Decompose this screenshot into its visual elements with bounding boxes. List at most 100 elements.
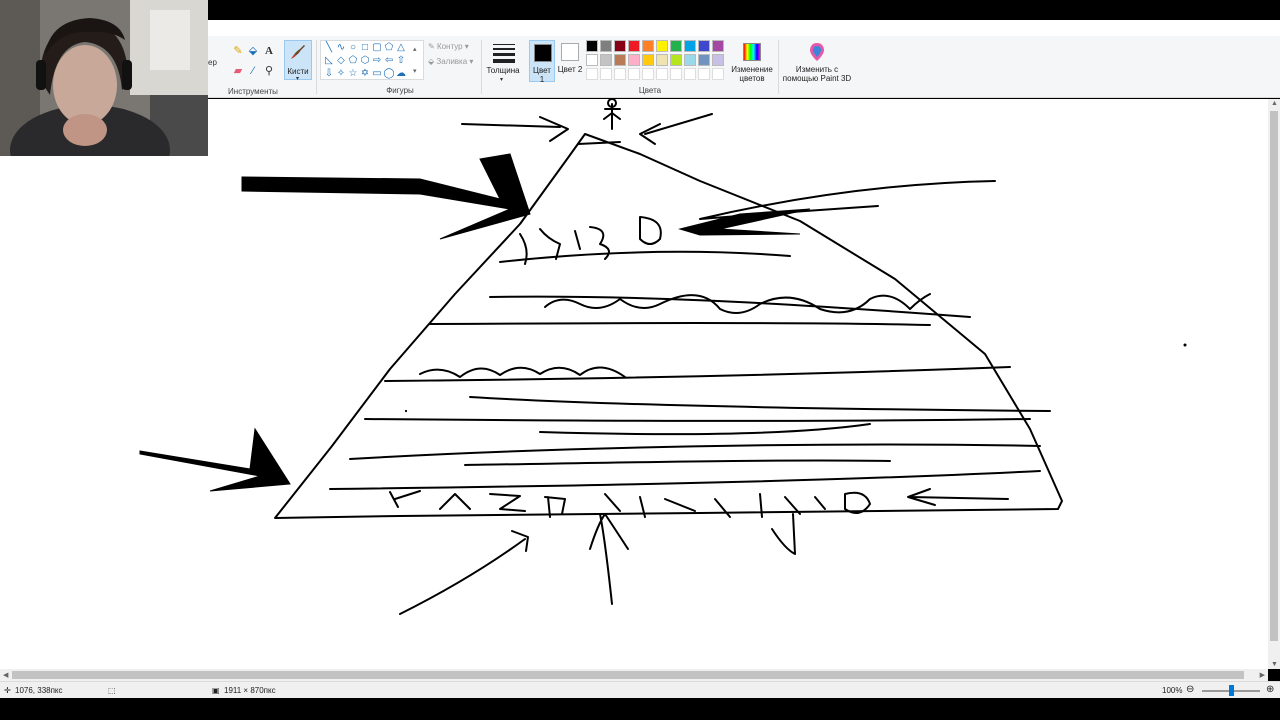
palette-swatch[interactable] [600, 54, 612, 66]
zoom-in-icon[interactable]: ⊕ [1266, 684, 1274, 695]
bottom-mark [771, 513, 796, 555]
curve-shape-icon[interactable]: ∿ [335, 42, 347, 54]
fill-icon[interactable]: ⬙ [246, 44, 260, 58]
paint3d-button[interactable]: Изменить с помощью Paint 3D [782, 40, 852, 84]
polygon-shape-icon[interactable]: ⬠ [383, 42, 395, 54]
thickness-line-3 [493, 53, 515, 56]
chevron-down-icon: ▾ [296, 76, 300, 82]
hexagon-shape-icon[interactable]: ⬡ [359, 55, 371, 67]
image-size: 1911 × 870пкс [224, 686, 276, 695]
outline-option[interactable]: ✎ Контур ▾ [428, 42, 469, 51]
palette-swatch[interactable] [698, 40, 710, 52]
arrow-left-shape-icon[interactable]: ⇦ [383, 55, 395, 67]
thickness-line-4 [493, 59, 515, 63]
callout-rect-shape-icon[interactable]: ▭ [371, 68, 383, 80]
scroll-left-arrow-icon[interactable]: ◀ [3, 671, 8, 679]
outline-label: Контур [436, 42, 463, 51]
shapes-gallery[interactable]: ╲ ∿ ○ □ ▢ ⬠ △ ◺ ◇ ⬠ ⬡ ⇨ ⇦ ⇧ ⇩ ✧ ☆ ✡ ▭ ◯ … [320, 40, 424, 80]
image-size-icon: ▣ [212, 686, 220, 695]
palette-swatch[interactable] [656, 54, 668, 66]
palette-swatch[interactable] [586, 40, 598, 52]
star6-shape-icon[interactable]: ✡ [359, 68, 371, 80]
palette-swatch[interactable] [684, 40, 696, 52]
right-triangle-shape-icon[interactable]: ◺ [323, 55, 335, 67]
color-picker-icon[interactable]: ⁄ [246, 64, 260, 78]
palette-swatch[interactable] [642, 54, 654, 66]
fill-option[interactable]: ⬙ Заливка ▾ [428, 57, 473, 66]
palette-swatch[interactable] [698, 54, 710, 66]
custom-color-slot[interactable] [684, 68, 696, 80]
magnifier-icon[interactable]: ⚲ [262, 64, 276, 78]
arrow-bottom-right [907, 488, 1009, 506]
palette-swatch[interactable] [670, 40, 682, 52]
arrow-up-shape-icon[interactable]: ⇧ [395, 55, 407, 67]
custom-color-slot[interactable] [712, 68, 724, 80]
horizontal-scrollbar[interactable]: ◀ ▶ [0, 669, 1268, 681]
color2-button[interactable]: Цвет 2 [557, 40, 583, 82]
custom-color-slot[interactable] [698, 68, 710, 80]
scroll-down-arrow-icon[interactable]: ▼ [1271, 661, 1278, 668]
palette-swatch[interactable] [712, 40, 724, 52]
layer-line-8 [349, 443, 1041, 460]
layer-line-7 [539, 423, 871, 436]
edit-colors-button[interactable]: Изменение цветов [730, 40, 774, 84]
palette-swatch[interactable] [614, 54, 626, 66]
callout-cloud-shape-icon[interactable]: ☁ [395, 68, 407, 80]
rectangle-shape-icon[interactable]: □ [359, 42, 371, 54]
bottom-arrow-up [589, 513, 629, 605]
star4-shape-icon[interactable]: ✧ [335, 68, 347, 80]
custom-color-slot[interactable] [628, 68, 640, 80]
vertical-scroll-thumb[interactable] [1270, 111, 1278, 641]
palette-swatch[interactable] [684, 54, 696, 66]
custom-color-slot[interactable] [642, 68, 654, 80]
diamond-shape-icon[interactable]: ◇ [335, 55, 347, 67]
palette-swatch[interactable] [670, 54, 682, 66]
custom-color-slot[interactable] [656, 68, 668, 80]
custom-color-slot[interactable] [614, 68, 626, 80]
eraser-icon[interactable]: ▰ [231, 64, 245, 78]
text-icon[interactable]: A [262, 44, 276, 58]
line-shape-icon[interactable]: ╲ [323, 42, 335, 54]
colors-group-label: Цвета [638, 86, 662, 95]
palette-swatch[interactable] [656, 40, 668, 52]
custom-color-slot[interactable] [586, 68, 598, 80]
palette-swatch[interactable] [712, 54, 724, 66]
drawing-canvas[interactable] [0, 98, 1268, 669]
horizontal-scroll-thumb[interactable] [12, 671, 1244, 679]
palette-swatch[interactable] [628, 54, 640, 66]
custom-color-slot[interactable] [600, 68, 612, 80]
arrow-down-shape-icon[interactable]: ⇩ [323, 68, 335, 80]
brushes-button[interactable]: Кисти ▾ [284, 40, 312, 82]
vertical-scrollbar[interactable]: ▲ ▼ [1268, 99, 1280, 669]
oval-shape-icon[interactable]: ○ [347, 42, 359, 54]
star5-shape-icon[interactable]: ☆ [347, 68, 359, 80]
scroll-right-arrow-icon[interactable]: ▶ [1260, 671, 1265, 679]
rounded-rect-shape-icon[interactable]: ▢ [371, 42, 383, 54]
color2-swatch [561, 43, 579, 61]
scroll-up-arrow-icon[interactable]: ▲ [1271, 100, 1278, 107]
thickness-line-2 [493, 48, 515, 50]
zoom-out-icon[interactable]: ⊖ [1186, 684, 1194, 695]
palette-swatch[interactable] [614, 40, 626, 52]
separator [316, 40, 317, 94]
color1-label: Цвет 1 [533, 66, 551, 84]
pencil-icon[interactable]: ✎ [231, 44, 245, 58]
expand-icon[interactable]: ▾ [413, 67, 417, 75]
scroll-up-icon[interactable]: ▴ [413, 45, 417, 53]
palette-swatch[interactable] [628, 40, 640, 52]
zoom-slider-thumb[interactable] [1229, 685, 1234, 696]
thickness-line-1 [493, 44, 515, 45]
custom-color-slot[interactable] [670, 68, 682, 80]
palette-swatch[interactable] [600, 40, 612, 52]
palette-swatch[interactable] [586, 54, 598, 66]
pentagon-shape-icon[interactable]: ⬠ [347, 55, 359, 67]
palette-swatch[interactable] [642, 40, 654, 52]
triangle-shape-icon[interactable]: △ [395, 42, 407, 54]
ribbon-tab-strip: ? [208, 20, 1280, 53]
arrow-right-shape-icon[interactable]: ⇨ [371, 55, 383, 67]
thickness-button[interactable]: Толщина ▾ [485, 40, 521, 83]
arrow-bottom [399, 530, 529, 615]
cursor-position-icon: ✛ [4, 686, 11, 695]
callout-oval-shape-icon[interactable]: ◯ [383, 68, 395, 80]
color1-button[interactable]: Цвет 1 [529, 40, 555, 84]
